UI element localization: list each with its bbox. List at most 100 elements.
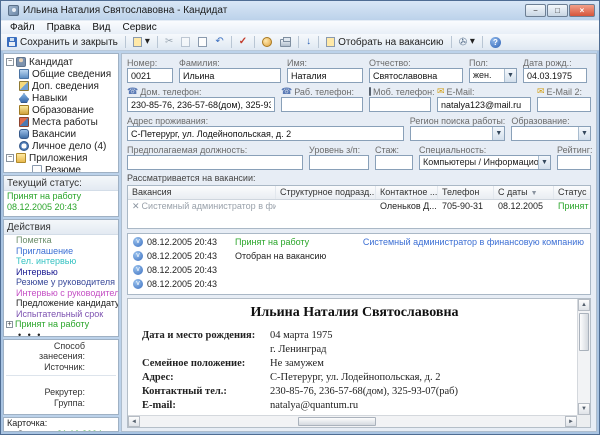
more-actions[interactable]: • • • <box>4 330 118 337</box>
work-phone-field[interactable] <box>281 97 363 112</box>
select-vacancy-button[interactable]: Отобрать на вакансию <box>323 36 446 49</box>
cut-button[interactable]: ✂ <box>162 36 176 48</box>
toolbar: Сохранить и закрыть ▾ ✂ ↶ ✓ ↓ Отобрать н… <box>1 34 599 51</box>
toolbar-separator <box>481 36 483 48</box>
scroll-left-button[interactable]: ◄ <box>128 416 140 427</box>
attachment-button[interactable]: ✇ ▾ <box>456 36 478 49</box>
tree-item-skills[interactable]: Навыки <box>6 92 118 104</box>
history-chevron-icon[interactable]: v <box>133 237 143 247</box>
scroll-right-button[interactable]: ► <box>565 416 577 427</box>
action-probation[interactable]: Испытательный срок <box>4 309 118 320</box>
action-resume-to-manager[interactable]: Резюме у руководителя <box>4 277 118 288</box>
action-manager-interview[interactable]: Интервью с руководителем <box>4 288 118 299</box>
chevron-down-icon[interactable]: ▼ <box>492 127 505 140</box>
col-vacancy[interactable]: Вакансия <box>128 186 276 199</box>
history-chevron-icon[interactable]: v <box>133 251 143 261</box>
download-button[interactable]: ↓ <box>303 36 314 48</box>
tree-item-additional[interactable]: Доп. сведения <box>6 80 118 92</box>
home-phone-label: Дом. телефон: <box>140 86 202 97</box>
history-row[interactable]: v 08.12.2005 20:43 <box>128 277 590 291</box>
tree-item-resume[interactable]: Резюме <box>6 164 118 172</box>
firstname-field[interactable] <box>287 68 363 83</box>
birthdate-field[interactable] <box>523 68 587 83</box>
education-select[interactable]: ▼ <box>511 126 591 141</box>
middlename-field[interactable] <box>369 68 463 83</box>
history-chevron-icon[interactable]: v <box>133 279 143 289</box>
help-button[interactable]: ? <box>487 36 504 49</box>
lookup-button[interactable] <box>259 36 275 48</box>
action-mark[interactable]: Пометка <box>4 235 118 246</box>
undo-button[interactable]: ↶ <box>212 36 226 48</box>
menu-service[interactable]: Сервис <box>117 22 161 33</box>
print-button[interactable] <box>277 36 294 48</box>
action-phone-interview[interactable]: Тел. интервью <box>4 256 118 267</box>
scrollbar-thumb[interactable] <box>579 313 589 351</box>
tree-root-candidate[interactable]: − Кандидат <box>6 56 118 68</box>
paste-button[interactable] <box>195 36 210 48</box>
minimize-button[interactable]: − <box>525 4 546 17</box>
email2-field[interactable] <box>537 97 591 112</box>
vertical-scrollbar[interactable]: ▲ ▼ <box>577 299 590 415</box>
col-status[interactable]: Статус <box>554 186 590 199</box>
paste-icon <box>198 37 208 47</box>
col-contact[interactable]: Контактное ... <box>376 186 438 199</box>
export-dropdown-icon[interactable]: ▾ <box>145 37 150 47</box>
address-field[interactable] <box>127 126 404 141</box>
mobile-phone-field[interactable] <box>369 97 431 112</box>
action-hired[interactable]: + Принят на работу <box>4 319 118 330</box>
lastname-field[interactable] <box>179 68 281 83</box>
tree-item-attachments[interactable]: − Приложения <box>6 152 118 164</box>
home-phone-field[interactable] <box>127 97 275 112</box>
specialty-select[interactable]: Компьютеры / Информационные технологии »… <box>419 155 551 170</box>
number-field[interactable] <box>127 68 173 83</box>
rating-field[interactable] <box>557 155 591 170</box>
save-close-button[interactable]: Сохранить и закрыть <box>4 36 121 49</box>
help-icon: ? <box>489 36 501 48</box>
chevron-down-icon[interactable]: ▼ <box>504 69 516 82</box>
tree-item-vacancies[interactable]: Вакансии <box>6 128 118 140</box>
action-offer[interactable]: Предложение кандидату <box>4 298 118 309</box>
maximize-button[interactable]: □ <box>547 4 568 17</box>
scroll-down-button[interactable]: ▼ <box>578 403 590 415</box>
col-phone[interactable]: Телефон <box>438 186 494 199</box>
horizontal-scrollbar[interactable]: ◄ ► <box>128 415 577 427</box>
collapse-icon[interactable]: − <box>6 154 14 162</box>
tree-item-personal-file[interactable]: Личное дело (4) <box>6 140 118 152</box>
history-row[interactable]: v 08.12.2005 20:43 Принят на работу Сист… <box>128 235 590 249</box>
export-button[interactable]: ▾ <box>130 36 153 48</box>
history-row[interactable]: v 08.12.2005 20:43 Отобран на вакансию <box>128 249 590 263</box>
col-date[interactable]: С даты ▼ <box>494 186 554 199</box>
collapse-icon[interactable]: − <box>6 58 14 66</box>
email-field[interactable] <box>437 97 531 112</box>
history-chevron-icon[interactable]: v <box>133 265 143 275</box>
save-icon <box>7 37 17 47</box>
tree-item-general[interactable]: Общие сведения <box>6 68 118 80</box>
chevron-down-icon[interactable]: ▼ <box>538 156 550 169</box>
spellcheck-button[interactable]: ✓ <box>236 36 250 48</box>
action-invitation[interactable]: Приглашение <box>4 246 118 257</box>
experience-field[interactable] <box>375 155 413 170</box>
col-department[interactable]: Структурное подразд... <box>276 186 376 199</box>
copy-button[interactable] <box>178 36 193 48</box>
menu-edit[interactable]: Правка <box>42 22 86 33</box>
close-button[interactable]: × <box>569 4 595 17</box>
chevron-down-icon[interactable]: ▼ <box>578 127 590 140</box>
menu-view[interactable]: Вид <box>87 22 115 33</box>
gender-select[interactable]: жен. ▼ <box>469 68 517 83</box>
salary-field[interactable] <box>309 155 369 170</box>
menu-file[interactable]: Файл <box>5 22 40 33</box>
scrollbar-thumb[interactable] <box>297 417 376 426</box>
tree-item-workplaces[interactable]: Места работы <box>6 116 118 128</box>
position-field[interactable] <box>127 155 303 170</box>
scroll-up-button[interactable]: ▲ <box>578 299 590 311</box>
action-interview[interactable]: Интервью <box>4 267 118 278</box>
attachment-dropdown-icon[interactable]: ▾ <box>470 37 475 47</box>
vacancy-link[interactable]: Системный администратор в финансовую ком… <box>363 237 584 247</box>
tree-item-education[interactable]: Образование <box>6 104 118 116</box>
history-row[interactable]: v 08.12.2005 20:43 <box>128 263 590 277</box>
main-area: Номер: Фамилия: Имя: Отчество: Пол: жен.… <box>121 53 597 432</box>
sidebar: − Кандидат Общие сведения Доп. сведения … <box>3 53 119 432</box>
region-select[interactable]: ▼ <box>409 126 506 141</box>
expand-icon[interactable]: + <box>6 320 13 328</box>
table-row[interactable]: ✕Системный администратор в финанс... Оле… <box>128 200 590 214</box>
